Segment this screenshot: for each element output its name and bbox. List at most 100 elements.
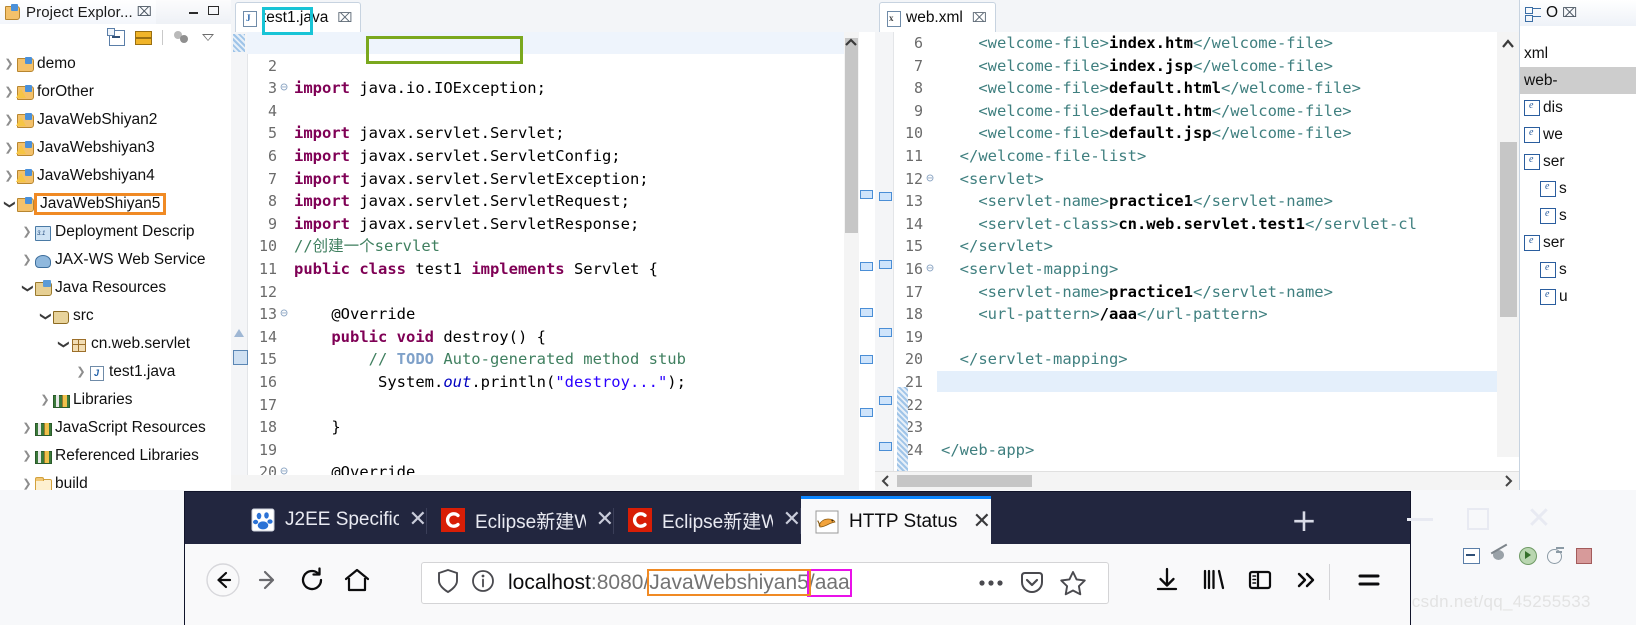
close-icon[interactable]: ⌧ — [337, 11, 352, 26]
chevron-right-icon[interactable]: ❯ — [20, 450, 34, 462]
view-menu-icon[interactable] — [173, 29, 190, 46]
window-close-button[interactable]: ✕ — [1525, 504, 1553, 534]
downloads-icon[interactable] — [1145, 558, 1189, 602]
reload-icon[interactable] — [290, 558, 334, 602]
view-dropdown-icon[interactable] — [200, 29, 217, 46]
java-code-line[interactable]: 10 //创建一个servlet — [231, 235, 875, 258]
xml-code-line[interactable]: 23 — [875, 416, 1519, 439]
project-explorer-tab[interactable]: Project Explor... ⌧ — [0, 0, 156, 24]
outline-item[interactable]: we — [1520, 121, 1636, 148]
chevron-right-icon[interactable]: ❯ — [38, 394, 52, 406]
browser-tab[interactable]: J2EE Specificati ✕ — [237, 496, 427, 544]
java-code-line[interactable]: 14 public void destroy() { — [231, 326, 875, 349]
chevron-down-icon[interactable]: ❯ — [4, 197, 16, 211]
sidebar-icon[interactable] — [1238, 558, 1282, 602]
tree-item-libraries[interactable]: ❯ Libraries — [0, 386, 231, 414]
browser-tab[interactable]: HTTP Status 40 ✕ — [801, 496, 991, 544]
overview-marker[interactable] — [860, 190, 873, 199]
warning-marker-icon[interactable] — [234, 328, 245, 338]
fold-marker[interactable] — [879, 260, 892, 269]
java-code-line[interactable]: 7 import javax.servlet.ServletException; — [231, 168, 875, 191]
chevron-right-icon[interactable]: ❯ — [20, 422, 34, 434]
bookmark-star-icon[interactable] — [1058, 569, 1088, 597]
xml-code-line[interactable]: 10 <welcome-file>default.jsp</welcome-fi… — [875, 122, 1519, 145]
forward-arrow-icon[interactable] — [247, 558, 291, 602]
tree-item-javawebshiyan2[interactable]: ❯ JavaWebShiyan2 — [0, 106, 231, 134]
tree-item-javawebshiyan5[interactable]: ❯ JavaWebShiyan5 — [0, 190, 231, 218]
xml-code-line[interactable]: 15 </servlet> — [875, 235, 1519, 258]
xml-code-line[interactable]: 7 <welcome-file>index.jsp</welcome-file> — [875, 55, 1519, 78]
xml-code-line[interactable]: 20 </servlet-mapping> — [875, 348, 1519, 371]
chevron-right-icon[interactable]: ❯ — [20, 478, 34, 490]
close-icon[interactable]: ⌧ — [137, 5, 152, 20]
overflow-chevrons-icon[interactable] — [1285, 558, 1329, 602]
xml-code-line[interactable]: 17 <servlet-name>practice1</servlet-name… — [875, 281, 1519, 304]
java-code-line[interactable]: 17 — [231, 394, 875, 417]
outline-item[interactable]: s — [1520, 175, 1636, 202]
java-code-line[interactable]: 12 — [231, 281, 875, 304]
fold-marker[interactable] — [879, 328, 892, 337]
chevron-down-icon[interactable]: ❯ — [22, 281, 34, 295]
xml-code-area[interactable]: 6 <welcome-file>index.htm</welcome-file>… — [875, 32, 1519, 472]
java-code-line[interactable]: 13 ⊖ @Override — [231, 303, 875, 326]
outline-item[interactable]: u — [1520, 283, 1636, 310]
window-minimize-button[interactable] — [1407, 518, 1433, 521]
xml-code-line[interactable]: 21 — [875, 371, 1519, 394]
scrollbar-thumb[interactable] — [897, 475, 1032, 487]
tree-item-javawebshiyan3[interactable]: ❯ JavaWebshiyan3 — [0, 134, 231, 162]
xml-code-line[interactable]: 18 <url-pattern>/aaa</url-pattern> — [875, 303, 1519, 326]
close-icon[interactable]: ✕ — [409, 509, 427, 531]
fold-toggle-icon[interactable]: ⊖ — [924, 258, 936, 281]
outline-item[interactable]: s — [1520, 202, 1636, 229]
outline-item[interactable]: web- — [1520, 67, 1636, 94]
chevron-right-icon[interactable]: ❯ — [2, 142, 16, 154]
xml-horizontal-scrollbar[interactable] — [875, 471, 1519, 490]
window-maximize-button[interactable] — [1467, 508, 1489, 530]
java-code-line[interactable]: 11 public class test1 implements Servlet … — [231, 258, 875, 281]
chevron-right-icon[interactable]: ❯ — [2, 170, 16, 182]
tree-item-src[interactable]: ❯ src — [0, 302, 231, 330]
profile-icon[interactable] — [1546, 546, 1565, 565]
java-code-line[interactable]: 5 import javax.servlet.Servlet; — [231, 122, 875, 145]
editor-tab-web-xml[interactable]: x web.xml ⌧ — [879, 2, 996, 33]
java-code-line[interactable]: 3 ⊖ import java.io.IOException; — [231, 77, 875, 100]
browser-tab[interactable]: Eclipse新建Web ✕ — [614, 496, 801, 544]
java-code-area[interactable]: 1package cn.web.servlet;23⊖import java.i… — [231, 32, 875, 490]
outline-item[interactable]: dis — [1520, 94, 1636, 121]
tree-item-demo[interactable]: ❯ demo — [0, 50, 231, 78]
xml-code-line[interactable]: 11 </welcome-file-list> — [875, 145, 1519, 168]
xml-code-line[interactable]: 8 <welcome-file>default.html</welcome-fi… — [875, 77, 1519, 100]
page-actions-ellipsis-icon[interactable] — [976, 570, 1006, 596]
fold-toggle-icon[interactable]: ⊖ — [278, 303, 290, 326]
start-icon[interactable] — [1518, 546, 1537, 565]
new-tab-button[interactable]: + — [1290, 506, 1318, 537]
chevron-right-icon[interactable]: ❯ — [20, 254, 34, 266]
xml-code-line[interactable]: 22 — [875, 394, 1519, 417]
java-code-line[interactable]: 9 import javax.servlet.ServletResponse; — [231, 213, 875, 236]
xml-code-line[interactable]: 12 ⊖ <servlet> — [875, 168, 1519, 191]
close-icon[interactable]: ✕ — [596, 509, 614, 531]
xml-code-line[interactable]: 16 ⊖ <servlet-mapping> — [875, 258, 1519, 281]
stop-icon[interactable] — [1574, 546, 1593, 565]
debug-icon[interactable] — [1490, 543, 1509, 565]
chevron-right-icon[interactable]: ❯ — [2, 58, 16, 70]
fold-toggle-icon[interactable]: ⊖ — [278, 77, 290, 100]
library-icon[interactable] — [1192, 558, 1236, 602]
scroll-right-icon[interactable] — [1501, 474, 1515, 488]
tree-item-jax-ws-web-service[interactable]: ❯ JAX-WS Web Service — [0, 246, 231, 274]
chevron-down-icon[interactable]: ❯ — [40, 309, 52, 323]
overview-marker[interactable] — [860, 308, 873, 317]
link-with-editor-icon[interactable] — [135, 29, 152, 46]
xml-code-line[interactable]: 14 <servlet-class>cn.web.servlet.test1</… — [875, 213, 1519, 236]
minimize-view-button[interactable] — [186, 3, 202, 19]
editor-tab-test1-java[interactable]: J test1.java ⌧ — [235, 2, 362, 33]
back-arrow-icon[interactable] — [201, 558, 245, 602]
java-horizontal-scrollbar[interactable] — [231, 475, 859, 490]
xml-code-line[interactable]: 6 <welcome-file>index.htm</welcome-file> — [875, 32, 1519, 55]
xml-code-line[interactable]: 9 <welcome-file>default.htm</welcome-fil… — [875, 100, 1519, 123]
java-code-line[interactable]: 16 System.out.println("destroy..."); — [231, 371, 875, 394]
java-code-line[interactable]: 4 — [231, 100, 875, 123]
chevron-right-icon[interactable]: ❯ — [20, 226, 34, 238]
outline-tab[interactable]: O ⌧ — [1520, 0, 1636, 26]
url-text[interactable]: localhost:8080/JavaWebshiyan5/aaa — [508, 569, 852, 597]
